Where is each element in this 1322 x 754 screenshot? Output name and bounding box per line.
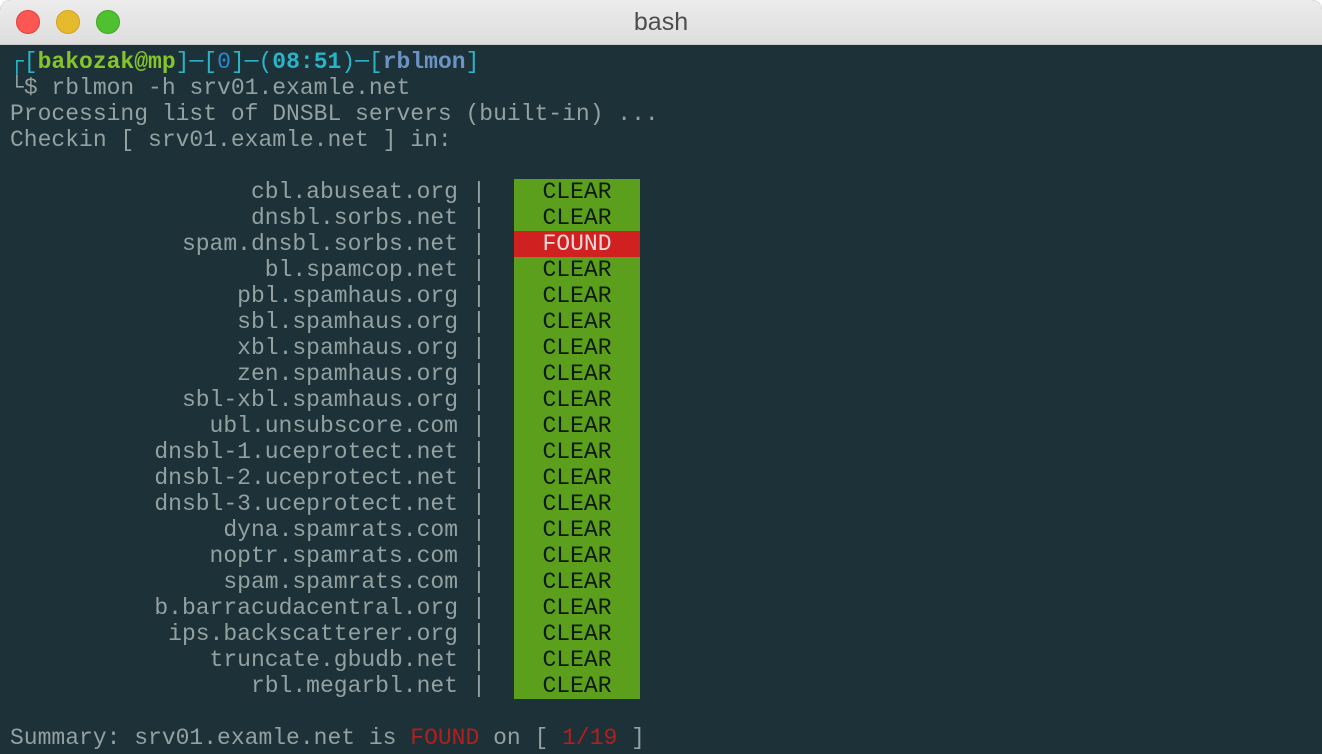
server-name: dnsbl-1.uceprotect.net xyxy=(154,439,458,465)
checking-line: Checkin [ srv01.examle.net ] in: xyxy=(10,127,452,153)
status-clear-badge: CLEAR xyxy=(514,361,640,387)
column-separator: | xyxy=(472,309,486,335)
summary-suffix: ] xyxy=(617,725,645,751)
status-clear-badge: CLEAR xyxy=(514,335,640,361)
column-separator: | xyxy=(472,361,486,387)
status-clear-badge: CLEAR xyxy=(514,387,640,413)
column-separator: | xyxy=(472,465,486,491)
prompt-host: rblmon xyxy=(382,49,466,75)
column-separator: | xyxy=(472,543,486,569)
column-separator: | xyxy=(472,621,486,647)
server-name: spam.dnsbl.sorbs.net xyxy=(181,231,458,257)
status-clear-badge: CLEAR xyxy=(514,543,640,569)
server-name: zen.spamhaus.org xyxy=(237,361,458,387)
summary-line: Summary: srv01.examle.net is FOUND on [ … xyxy=(10,725,645,751)
column-separator: | xyxy=(472,335,486,361)
server-name: dnsbl.sorbs.net xyxy=(250,205,458,231)
status-clear-badge: CLEAR xyxy=(514,517,640,543)
prompt-separator: ]─[ xyxy=(175,49,218,75)
status-clear-badge: CLEAR xyxy=(514,647,640,673)
prompt-time: 08:51 xyxy=(272,49,342,75)
status-clear-badge: CLEAR xyxy=(514,465,640,491)
column-separator: | xyxy=(472,439,486,465)
column-separator: | xyxy=(472,387,486,413)
server-name: dnsbl-2.uceprotect.net xyxy=(154,465,458,491)
window-title: bash xyxy=(633,8,689,36)
column-separator: | xyxy=(472,179,486,205)
command-line: └$ rblmon -h srv01.examle.net xyxy=(10,75,410,101)
status-clear-badge: CLEAR xyxy=(514,673,640,699)
server-name: truncate.gbudb.net xyxy=(209,647,458,673)
status-clear-badge: CLEAR xyxy=(514,309,640,335)
server-name: dyna.spamrats.com xyxy=(223,517,458,543)
terminal-output[interactable]: ┌[bakozak@mp]─[0]─(08:51)─[rblmon] └$ rb… xyxy=(0,45,1322,754)
summary-result: FOUND xyxy=(410,725,480,751)
server-name: sbl-xbl.spamhaus.org xyxy=(181,387,458,413)
column-separator: | xyxy=(472,205,486,231)
prompt-corner: └ xyxy=(10,75,24,101)
prompt-line: ┌[bakozak@mp]─[0]─(08:51)─[rblmon] xyxy=(10,49,479,75)
status-clear-badge: CLEAR xyxy=(514,205,640,231)
status-clear-badge: CLEAR xyxy=(514,621,640,647)
server-name: pbl.spamhaus.org xyxy=(237,283,458,309)
server-name: ubl.unsubscore.com xyxy=(209,413,458,439)
column-separator: | xyxy=(472,673,486,699)
terminal-window: bash ┌[bakozak@mp]─[0]─(08:51)─[rblmon] … xyxy=(0,0,1322,754)
prompt-separator: )─[ xyxy=(341,49,383,75)
status-clear-badge: CLEAR xyxy=(514,439,640,465)
processing-line: Processing list of DNSBL servers (built-… xyxy=(10,101,659,127)
prompt-user: bakozak@mp xyxy=(37,49,176,75)
column-separator: | xyxy=(472,595,486,621)
prompt-separator: ]─( xyxy=(230,49,273,75)
column-separator: | xyxy=(472,517,486,543)
column-separator: | xyxy=(472,647,486,673)
summary-count: 1/19 xyxy=(562,725,618,751)
server-name: xbl.spamhaus.org xyxy=(237,335,458,361)
prompt-job-number: 0 xyxy=(217,49,231,75)
column-separator: | xyxy=(472,231,486,257)
prompt-open: ┌[ xyxy=(10,49,38,75)
status-clear-badge: CLEAR xyxy=(514,491,640,517)
server-name: bl.spamcop.net xyxy=(264,257,458,283)
server-name: ips.backscatterer.org xyxy=(168,621,458,647)
server-name: sbl.spamhaus.org xyxy=(237,309,458,335)
status-clear-badge: CLEAR xyxy=(514,595,640,621)
summary-prefix: Summary: srv01.examle.net is xyxy=(10,725,411,751)
server-name: dnsbl-3.uceprotect.net xyxy=(154,491,458,517)
status-clear-badge: CLEAR xyxy=(514,413,640,439)
status-clear-badge: CLEAR xyxy=(514,179,640,205)
status-clear-badge: CLEAR xyxy=(514,569,640,595)
server-name: spam.spamrats.com xyxy=(223,569,458,595)
status-clear-badge: CLEAR xyxy=(514,257,640,283)
status-clear-badge: CLEAR xyxy=(514,283,640,309)
prompt-close: ] xyxy=(465,49,480,75)
column-separator: | xyxy=(472,491,486,517)
status-found-badge: FOUND xyxy=(514,231,640,257)
command-text: $ rblmon -h srv01.examle.net xyxy=(23,75,411,101)
column-separator: | xyxy=(472,257,486,283)
summary-middle: on [ xyxy=(479,725,563,751)
server-name: noptr.spamrats.com xyxy=(209,543,458,569)
column-separator: | xyxy=(472,413,486,439)
server-name: cbl.abuseat.org xyxy=(250,179,458,205)
column-separator: | xyxy=(472,283,486,309)
server-name: b.barracudacentral.org xyxy=(154,595,458,621)
server-name: rbl.megarbl.net xyxy=(250,673,458,699)
column-separator: | xyxy=(472,569,486,595)
title-bar: bash xyxy=(0,0,1322,45)
